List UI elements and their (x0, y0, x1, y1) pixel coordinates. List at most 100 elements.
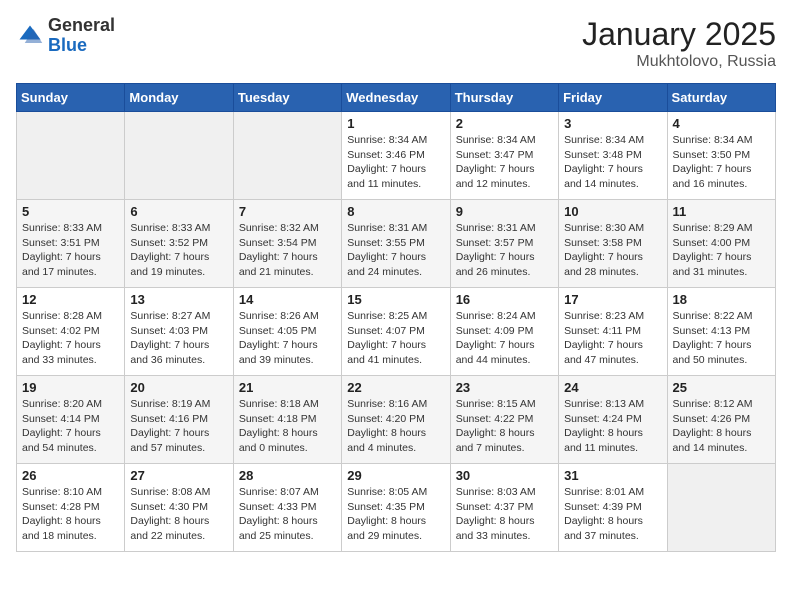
title-block: January 2025 Mukhtolovo, Russia (582, 16, 776, 71)
day-cell: 27 Sunrise: 8:08 AM Sunset: 4:30 PM Dayli… (125, 464, 233, 552)
day-info: Sunrise: 8:34 AM Sunset: 3:46 PM Dayligh… (347, 133, 444, 192)
day-cell: 21 Sunrise: 8:18 AM Sunset: 4:18 PM Dayli… (233, 376, 341, 464)
day-info: Sunrise: 8:12 AM Sunset: 4:26 PM Dayligh… (673, 397, 770, 456)
day-number: 30 (456, 468, 553, 483)
day-number: 17 (564, 292, 661, 307)
day-number: 21 (239, 380, 336, 395)
day-number: 27 (130, 468, 227, 483)
title-location: Mukhtolovo, Russia (582, 53, 776, 71)
day-number: 6 (130, 204, 227, 219)
day-number: 15 (347, 292, 444, 307)
week-row: 26Sunrise: 8:10 AM Sunset: 4:28 PM Dayli… (17, 464, 776, 552)
day-cell: 30 Sunrise: 8:03 AM Sunset: 4:37 PM Dayli… (450, 464, 558, 552)
day-cell: 29 Sunrise: 8:05 AM Sunset: 4:35 PM Dayli… (342, 464, 450, 552)
col-header-wednesday: Wednesday (342, 84, 450, 112)
day-number: 14 (239, 292, 336, 307)
day-number: 22 (347, 380, 444, 395)
day-cell: 20Sunrise: 8:19 AM Sunset: 4:16 PM Dayli… (125, 376, 233, 464)
col-header-thursday: Thursday (450, 84, 558, 112)
day-info: Sunrise: 8:18 AM Sunset: 4:18 PM Dayligh… (239, 397, 336, 456)
day-number: 8 (347, 204, 444, 219)
day-cell: 12Sunrise: 8:28 AM Sunset: 4:02 PM Dayli… (17, 288, 125, 376)
day-info: Sunrise: 8:13 AM Sunset: 4:24 PM Dayligh… (564, 397, 661, 456)
week-row: 1 Sunrise: 8:34 AM Sunset: 3:46 PM Daylig… (17, 112, 776, 200)
day-cell: 18 Sunrise: 8:22 AM Sunset: 4:13 PM Dayli… (667, 288, 775, 376)
day-info: Sunrise: 8:26 AM Sunset: 4:05 PM Dayligh… (239, 309, 336, 368)
day-cell: 31 Sunrise: 8:01 AM Sunset: 4:39 PM Dayli… (559, 464, 667, 552)
week-row: 12Sunrise: 8:28 AM Sunset: 4:02 PM Dayli… (17, 288, 776, 376)
day-number: 4 (673, 116, 770, 131)
day-cell: 16 Sunrise: 8:24 AM Sunset: 4:09 PM Dayli… (450, 288, 558, 376)
day-number: 11 (673, 204, 770, 219)
col-header-tuesday: Tuesday (233, 84, 341, 112)
day-info: Sunrise: 8:33 AM Sunset: 3:52 PM Dayligh… (130, 221, 227, 280)
day-number: 2 (456, 116, 553, 131)
col-header-sunday: Sunday (17, 84, 125, 112)
day-number: 1 (347, 116, 444, 131)
day-info: Sunrise: 8:34 AM Sunset: 3:47 PM Dayligh… (456, 133, 553, 192)
day-info: Sunrise: 8:22 AM Sunset: 4:13 PM Dayligh… (673, 309, 770, 368)
day-info: Sunrise: 8:34 AM Sunset: 3:48 PM Dayligh… (564, 133, 661, 192)
day-number: 23 (456, 380, 553, 395)
day-number: 10 (564, 204, 661, 219)
day-info: Sunrise: 8:27 AM Sunset: 4:03 PM Dayligh… (130, 309, 227, 368)
calendar-table: SundayMondayTuesdayWednesdayThursdayFrid… (16, 83, 776, 552)
day-number: 12 (22, 292, 119, 307)
day-cell: 8 Sunrise: 8:31 AM Sunset: 3:55 PM Daylig… (342, 200, 450, 288)
day-cell: 13 Sunrise: 8:27 AM Sunset: 4:03 PM Dayli… (125, 288, 233, 376)
day-info: Sunrise: 8:31 AM Sunset: 3:57 PM Dayligh… (456, 221, 553, 280)
col-header-monday: Monday (125, 84, 233, 112)
day-number: 25 (673, 380, 770, 395)
day-cell (667, 464, 775, 552)
day-info: Sunrise: 8:05 AM Sunset: 4:35 PM Dayligh… (347, 485, 444, 544)
logo-icon (16, 22, 44, 50)
day-number: 18 (673, 292, 770, 307)
day-cell: 3 Sunrise: 8:34 AM Sunset: 3:48 PM Daylig… (559, 112, 667, 200)
day-number: 19 (22, 380, 119, 395)
day-cell (125, 112, 233, 200)
logo: General Blue (16, 16, 115, 56)
week-row: 5Sunrise: 8:33 AM Sunset: 3:51 PM Daylig… (17, 200, 776, 288)
day-info: Sunrise: 8:01 AM Sunset: 4:39 PM Dayligh… (564, 485, 661, 544)
day-cell: 24 Sunrise: 8:13 AM Sunset: 4:24 PM Dayli… (559, 376, 667, 464)
day-cell: 2 Sunrise: 8:34 AM Sunset: 3:47 PM Daylig… (450, 112, 558, 200)
day-number: 13 (130, 292, 227, 307)
day-number: 24 (564, 380, 661, 395)
week-row: 19 Sunrise: 8:20 AM Sunset: 4:14 PM Dayli… (17, 376, 776, 464)
page-header: General Blue January 2025 Mukhtolovo, Ru… (16, 16, 776, 71)
title-month: January 2025 (582, 16, 776, 53)
day-info: Sunrise: 8:34 AM Sunset: 3:50 PM Dayligh… (673, 133, 770, 192)
day-cell: 22 Sunrise: 8:16 AM Sunset: 4:20 PM Dayli… (342, 376, 450, 464)
day-info: Sunrise: 8:30 AM Sunset: 3:58 PM Dayligh… (564, 221, 661, 280)
day-cell: 28Sunrise: 8:07 AM Sunset: 4:33 PM Dayli… (233, 464, 341, 552)
day-cell: 7Sunrise: 8:32 AM Sunset: 3:54 PM Daylig… (233, 200, 341, 288)
day-cell: 4 Sunrise: 8:34 AM Sunset: 3:50 PM Daylig… (667, 112, 775, 200)
day-number: 3 (564, 116, 661, 131)
day-info: Sunrise: 8:20 AM Sunset: 4:14 PM Dayligh… (22, 397, 119, 456)
day-cell: 17 Sunrise: 8:23 AM Sunset: 4:11 PM Dayli… (559, 288, 667, 376)
day-info: Sunrise: 8:15 AM Sunset: 4:22 PM Dayligh… (456, 397, 553, 456)
day-info: Sunrise: 8:32 AM Sunset: 3:54 PM Dayligh… (239, 221, 336, 280)
day-cell: 15 Sunrise: 8:25 AM Sunset: 4:07 PM Dayli… (342, 288, 450, 376)
day-number: 9 (456, 204, 553, 219)
day-number: 16 (456, 292, 553, 307)
day-info: Sunrise: 8:19 AM Sunset: 4:16 PM Dayligh… (130, 397, 227, 456)
day-cell: 25 Sunrise: 8:12 AM Sunset: 4:26 PM Dayli… (667, 376, 775, 464)
day-info: Sunrise: 8:33 AM Sunset: 3:51 PM Dayligh… (22, 221, 119, 280)
col-header-friday: Friday (559, 84, 667, 112)
day-info: Sunrise: 8:25 AM Sunset: 4:07 PM Dayligh… (347, 309, 444, 368)
day-info: Sunrise: 8:24 AM Sunset: 4:09 PM Dayligh… (456, 309, 553, 368)
day-number: 31 (564, 468, 661, 483)
day-cell: 5Sunrise: 8:33 AM Sunset: 3:51 PM Daylig… (17, 200, 125, 288)
day-cell: 10 Sunrise: 8:30 AM Sunset: 3:58 PM Dayli… (559, 200, 667, 288)
day-info: Sunrise: 8:23 AM Sunset: 4:11 PM Dayligh… (564, 309, 661, 368)
day-info: Sunrise: 8:31 AM Sunset: 3:55 PM Dayligh… (347, 221, 444, 280)
day-info: Sunrise: 8:08 AM Sunset: 4:30 PM Dayligh… (130, 485, 227, 544)
day-cell: 1 Sunrise: 8:34 AM Sunset: 3:46 PM Daylig… (342, 112, 450, 200)
day-info: Sunrise: 8:16 AM Sunset: 4:20 PM Dayligh… (347, 397, 444, 456)
col-header-saturday: Saturday (667, 84, 775, 112)
day-cell: 11Sunrise: 8:29 AM Sunset: 4:00 PM Dayli… (667, 200, 775, 288)
day-number: 29 (347, 468, 444, 483)
day-info: Sunrise: 8:03 AM Sunset: 4:37 PM Dayligh… (456, 485, 553, 544)
day-cell: 14 Sunrise: 8:26 AM Sunset: 4:05 PM Dayli… (233, 288, 341, 376)
